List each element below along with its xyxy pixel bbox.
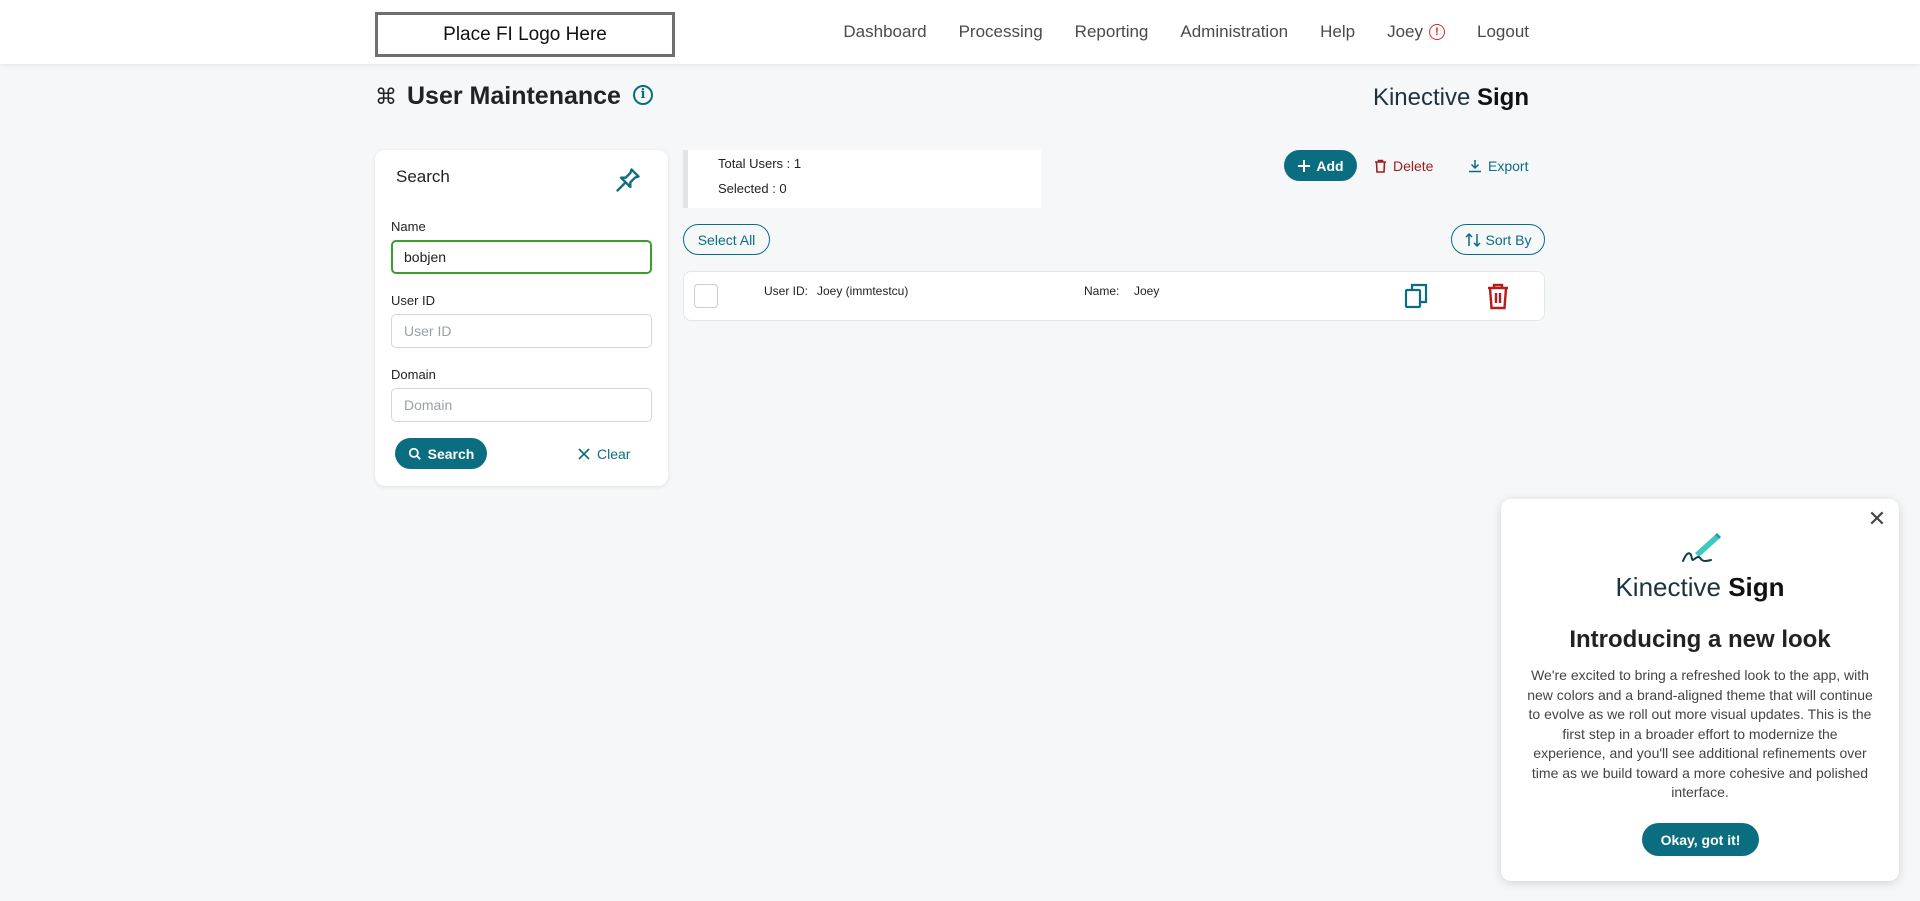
nav-user-menu[interactable]: Joey ! [1387, 22, 1445, 42]
nav-reporting[interactable]: Reporting [1075, 22, 1149, 42]
acknowledge-button[interactable]: Okay, got it! [1642, 823, 1759, 856]
top-nav-bar: Place FI Logo Here Dashboard Processing … [0, 0, 1920, 64]
user-name-value: Joey [1134, 284, 1160, 298]
user-id-label: User ID: [764, 284, 809, 298]
sort-icon [1465, 232, 1481, 247]
modal-brand-bold: Sign [1728, 572, 1785, 602]
export-button-label: Export [1488, 157, 1529, 174]
name-field-label: Name [391, 219, 426, 234]
nav-processing[interactable]: Processing [959, 22, 1043, 42]
pin-icon[interactable] [614, 166, 642, 194]
user-name-label: Name: [1084, 284, 1120, 298]
total-users-count: Total Users : 1 [718, 156, 802, 171]
close-icon [578, 447, 590, 460]
trash-icon [1375, 159, 1386, 173]
sort-by-label: Sort By [1485, 231, 1532, 248]
userid-field-label: User ID [391, 293, 436, 308]
user-name: Joey [1387, 22, 1423, 41]
fi-logo-placeholder[interactable]: Place FI Logo Here [375, 12, 675, 57]
nav-logout[interactable]: Logout [1477, 22, 1529, 42]
search-icon [408, 447, 421, 460]
domain-field-label: Domain [391, 367, 436, 382]
modal-brand-light: Kinective [1615, 572, 1721, 602]
export-button[interactable]: Export [1468, 150, 1528, 181]
announcement-modal: ✕ Kinective Sign Introducing a new look … [1501, 499, 1899, 881]
copy-icon[interactable] [1404, 283, 1428, 309]
download-icon [1469, 159, 1481, 172]
sort-by-button[interactable]: Sort By [1451, 224, 1545, 255]
page-header: ⌘ User Maintenance i [375, 82, 653, 111]
modal-brand: Kinective Sign [1501, 572, 1899, 603]
select-all-button[interactable]: Select All [683, 224, 770, 255]
alert-icon: ! [1429, 24, 1445, 40]
summary-card: Total Users : 1 Selected : 0 [683, 150, 1041, 208]
name-input[interactable] [391, 240, 652, 274]
search-panel-title: Search [396, 167, 450, 186]
delete-button[interactable]: Delete [1374, 150, 1433, 181]
userid-input[interactable] [391, 314, 652, 348]
search-panel: Search Name User ID Domain Search Clear [375, 150, 668, 486]
page-title: User Maintenance [407, 82, 621, 110]
delete-button-label: Delete [1393, 157, 1434, 174]
command-icon: ⌘ [375, 83, 397, 109]
row-checkbox[interactable] [694, 284, 718, 308]
nav-administration[interactable]: Administration [1180, 22, 1288, 42]
info-icon[interactable]: i [632, 84, 653, 105]
plus-icon [1298, 159, 1311, 172]
close-icon[interactable]: ✕ [1867, 508, 1887, 530]
user-id-value: Joey (immtestcu) [817, 284, 909, 298]
modal-body-text: We're excited to bring a refreshed look … [1527, 667, 1873, 800]
brand-logo: Kinective Sign [1373, 84, 1529, 112]
user-list-item[interactable]: User ID: Joey (immtestcu) Name: Joey [683, 271, 1545, 321]
nav-help[interactable]: Help [1320, 22, 1355, 42]
add-button-label: Add [1316, 157, 1344, 174]
signature-pen-icon [1682, 533, 1721, 562]
main-nav: Dashboard Processing Reporting Administr… [843, 0, 1529, 64]
modal-heading: Introducing a new look [1569, 626, 1831, 653]
add-button[interactable]: Add [1284, 150, 1357, 181]
search-button-label: Search [427, 445, 475, 462]
search-button[interactable]: Search [395, 438, 487, 469]
brand-light-text: Kinective [1372, 84, 1471, 111]
delete-row-icon[interactable] [1486, 283, 1510, 310]
selected-count: Selected : 0 [718, 181, 787, 196]
brand-bold-text: Sign [1477, 84, 1529, 111]
nav-dashboard[interactable]: Dashboard [843, 22, 926, 42]
clear-button[interactable]: Clear [578, 438, 630, 469]
clear-button-label: Clear [597, 445, 631, 462]
domain-input[interactable] [391, 388, 652, 422]
